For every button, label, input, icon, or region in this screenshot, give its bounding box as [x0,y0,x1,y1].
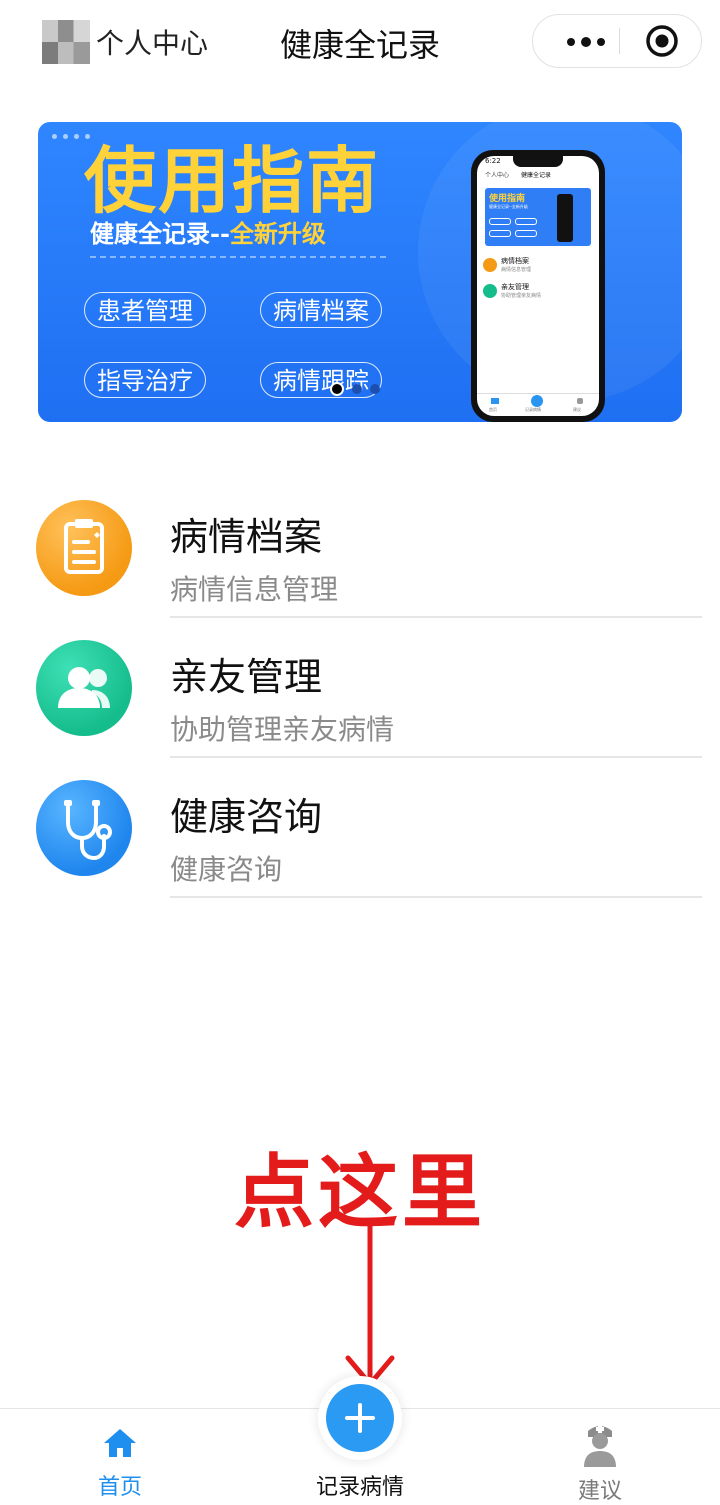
banner-title: 使用指南 [84,138,381,223]
tab-suggest[interactable]: 建议 [520,1409,680,1505]
phone-time: 6:22 [485,157,501,165]
menu-item-title: 健康咨询 [170,795,323,839]
menu-item-subtitle: 病情信息管理 [170,573,339,606]
banner-pill-case-file: 病情档案 [260,292,382,328]
add-record-button[interactable] [326,1384,394,1452]
divider [170,896,702,898]
phone-item-case-file: 病情档案 病情信息管理 [483,256,593,280]
banner-subtitle: 健康全记录--全新升级 [90,219,326,248]
more-dots-icon[interactable] [555,15,615,67]
phone-nav: 个人中心 健康全记录 [485,172,552,179]
banner-pill-condition-tracking: 病情跟踪 [260,362,382,398]
phone-mockup: 6:22 个人中心 健康全记录 使用指南 健康全记录--全新升级 病情档案 病情… [471,150,605,422]
menu-item-subtitle: 协助管理亲友病情 [170,713,395,746]
annotation-arrow-icon [345,1220,395,1387]
home-icon [104,1429,136,1457]
menu-item-family-management[interactable]: 亲友管理 协助管理亲友病情 [0,640,720,780]
menu-item-subtitle: 健康咨询 [170,853,283,886]
banner-divider [90,256,386,258]
tab-suggest-label: 建议 [577,1479,622,1504]
stethoscope-icon [36,780,132,876]
menu-item-health-consult[interactable]: 健康咨询 健康咨询 [0,780,720,920]
capsule-divider [619,28,620,54]
tab-home[interactable]: 首页 [40,1409,200,1505]
miniprogram-capsule [532,14,702,68]
doctor-icon [584,1425,616,1467]
tab-record-label: 记录病情 [315,1475,404,1500]
phone-tabbar: 首页 记录病情 建议 [477,393,599,416]
phone-item-family: 亲友管理 协助管理亲友病情 [483,282,593,306]
users-icon [36,640,132,736]
menu-item-title: 亲友管理 [170,655,323,699]
menu-item-title: 病情档案 [170,515,323,559]
guide-banner[interactable]: 使用指南 健康全记录--全新升级 患者管理 病情档案 指导治疗 病情跟踪 6:2… [38,122,682,422]
miniprogram-close-icon[interactable] [645,24,679,58]
top-nav-bar: 个人中心 健康全记录 [0,0,720,84]
divider [170,616,702,618]
banner-pill-guided-treatment: 指导治疗 [84,362,206,398]
tab-home-label: 首页 [97,1475,142,1500]
menu-item-case-file[interactable]: 病情档案 病情信息管理 [0,500,720,640]
clipboard-icon [36,500,132,596]
divider [170,756,702,758]
banner-pill-patient-management: 患者管理 [84,292,206,328]
phone-banner: 使用指南 健康全记录--全新升级 [485,188,591,246]
